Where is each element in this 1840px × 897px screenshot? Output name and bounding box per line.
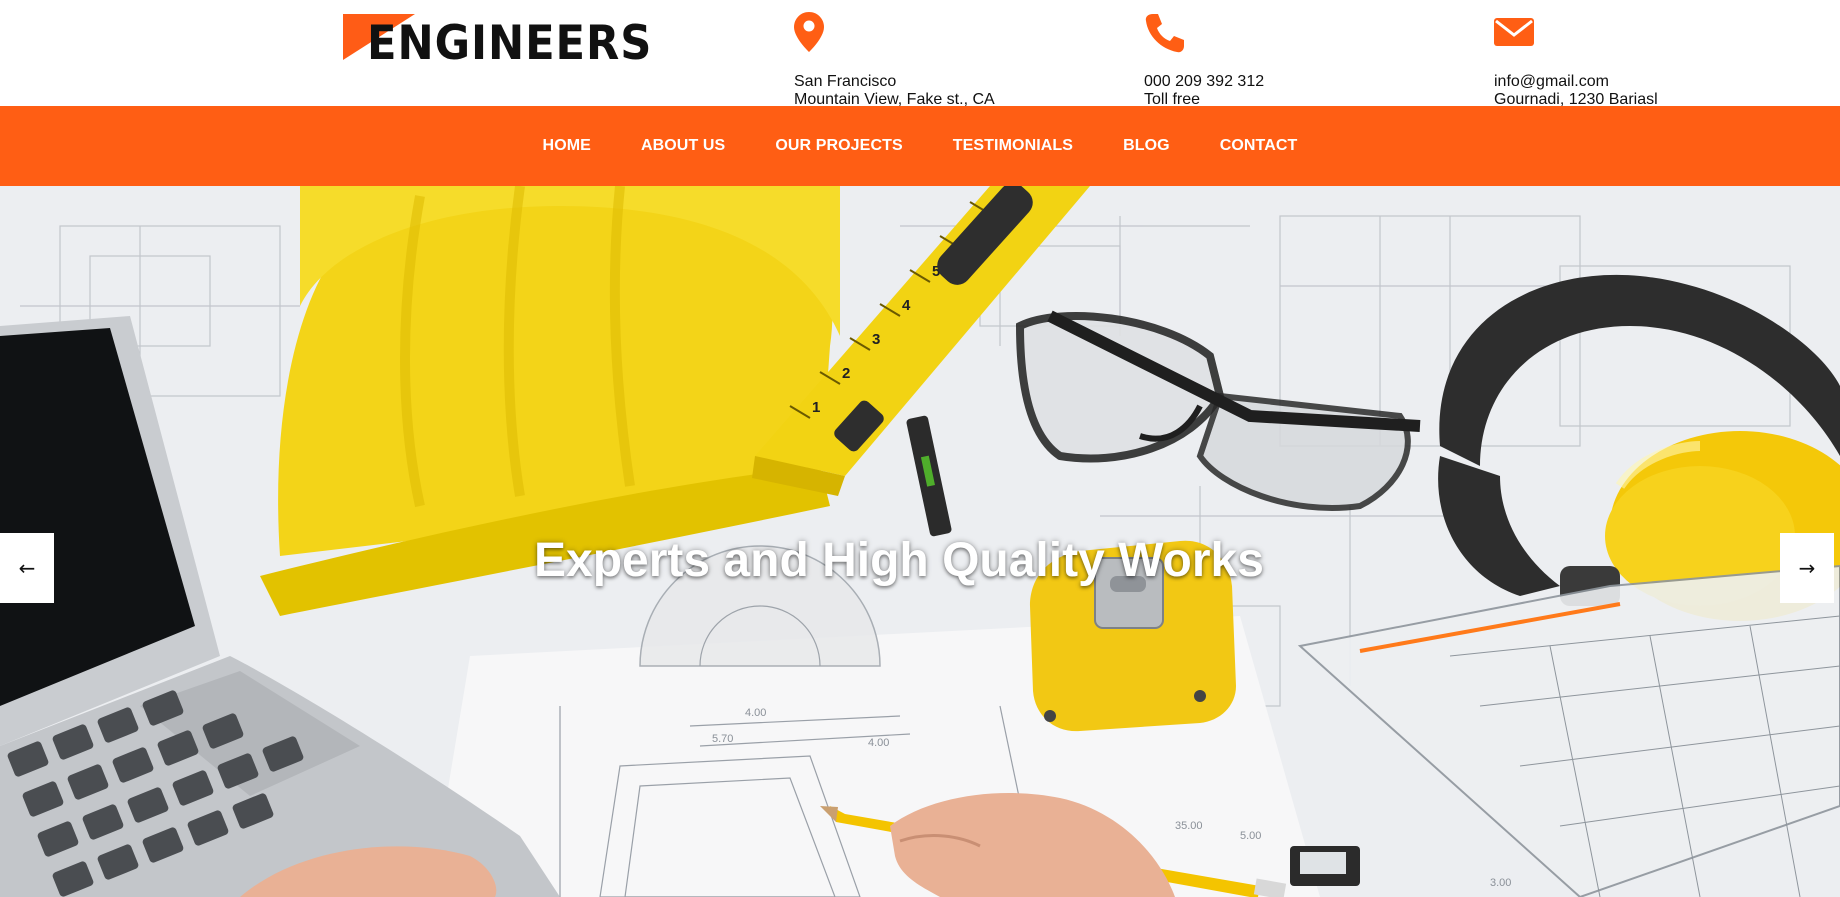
arrow-left-icon: ← — [18, 556, 36, 580]
svg-text:4.00: 4.00 — [868, 737, 889, 749]
slider-prev-button[interactable]: ← — [0, 533, 54, 603]
svg-text:1: 1 — [812, 399, 820, 416]
contact-location: San Francisco Mountain View, Fake st., C… — [794, 12, 995, 108]
hero-slider: 4.00 5.70 4.00 35.00 5.00 3.00 1 2 3 4 5… — [0, 186, 1840, 897]
nav-item-testimonials[interactable]: TESTIMONIALS — [928, 137, 1098, 155]
nav-item-home[interactable]: HOME — [518, 137, 616, 155]
slider-next-button[interactable]: → — [1780, 533, 1834, 603]
svg-text:4: 4 — [902, 297, 911, 314]
svg-text:5.70: 5.70 — [712, 733, 733, 745]
map-pin-icon — [794, 12, 995, 58]
site-logo[interactable]: ENGINEERS — [343, 14, 651, 67]
nav-item-contact[interactable]: CONTACT — [1195, 137, 1323, 155]
hero-title: Experts and High Quality Works — [534, 534, 1264, 587]
svg-text:35.00: 35.00 — [1175, 820, 1203, 832]
location-line1: San Francisco — [794, 73, 897, 90]
svg-text:5.00: 5.00 — [1240, 830, 1261, 842]
contact-email: info@gmail.com Gournadi, 1230 Bariasl — [1494, 12, 1658, 108]
logo-text: ENGINEERS — [367, 16, 653, 71]
svg-text:2: 2 — [842, 365, 850, 382]
nav-item-about-us[interactable]: ABOUT US — [616, 137, 750, 155]
contact-phone: 000 209 392 312 Toll free — [1144, 12, 1264, 108]
svg-text:3.00: 3.00 — [1490, 877, 1511, 889]
envelope-icon — [1494, 12, 1658, 58]
phone-number[interactable]: 000 209 392 312 — [1144, 73, 1264, 91]
svg-text:4.00: 4.00 — [745, 707, 766, 719]
nav-menu: HOME ABOUT US OUR PROJECTS TESTIMONIALS … — [0, 106, 1840, 186]
email-address[interactable]: info@gmail.com — [1494, 73, 1658, 91]
header: ENGINEERS San Francisco Mountain View, F… — [0, 0, 1840, 108]
svg-text:3: 3 — [872, 331, 880, 348]
nav-item-blog[interactable]: BLOG — [1098, 137, 1195, 155]
phone-icon — [1144, 12, 1264, 58]
nav-item-our-projects[interactable]: OUR PROJECTS — [750, 137, 927, 155]
arrow-right-icon: → — [1798, 556, 1816, 580]
main-navigation: HOME ABOUT US OUR PROJECTS TESTIMONIALS … — [0, 106, 1840, 186]
